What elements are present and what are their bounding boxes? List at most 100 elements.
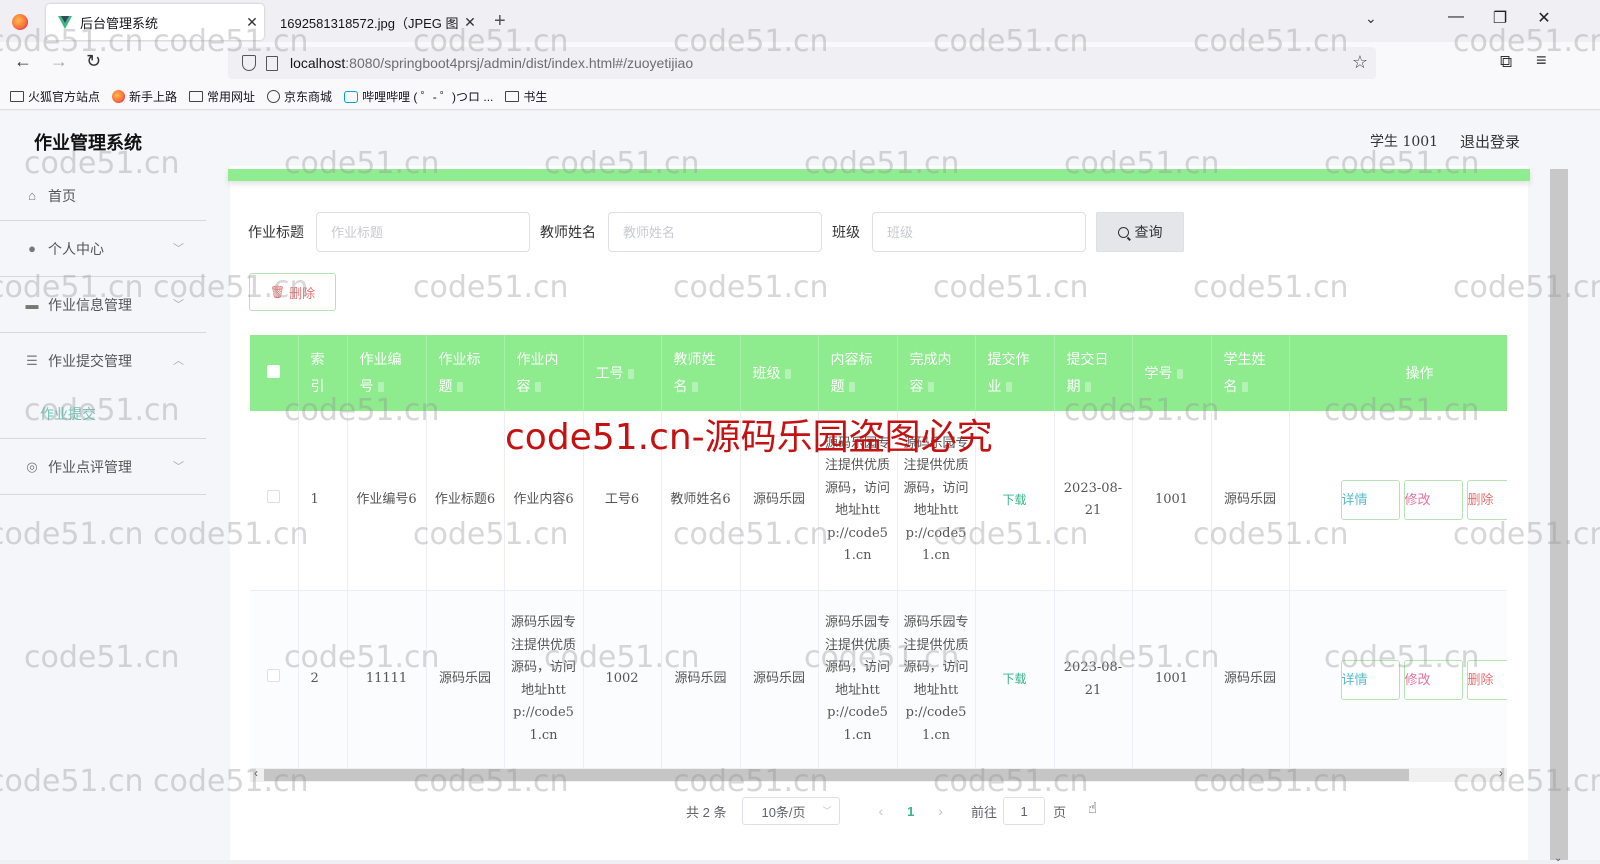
sidebar-subitem-homework-submit[interactable]: 作业提交 <box>0 389 206 439</box>
detail-button[interactable]: 详情 <box>1340 659 1400 700</box>
back-arrow-icon[interactable]: ← <box>14 51 32 72</box>
col-header[interactable]: 作业内容 <box>504 335 584 411</box>
batch-delete-button[interactable]: 🗑 删除 <box>249 273 336 311</box>
goto-page-input[interactable] <box>1003 797 1046 825</box>
trash-icon: 🗑 <box>269 285 286 299</box>
bookmark-star-icon[interactable]: ☆ <box>1352 52 1368 73</box>
scroll-right-arrow-icon[interactable]: › <box>1499 766 1503 780</box>
sidebar-item-profile[interactable]: ● 个人中心 ﹀ <box>0 221 206 277</box>
bookmark-item[interactable]: 新手上路 <box>112 88 177 105</box>
select-all-checkbox[interactable] <box>267 364 281 378</box>
page-icon <box>266 55 278 71</box>
sort-icon[interactable] <box>784 368 791 379</box>
bookmark-item[interactable]: 火狐官方站点 <box>10 88 100 105</box>
sort-icon[interactable] <box>691 382 698 393</box>
bookmark-item[interactable]: 京东商城 <box>267 88 332 105</box>
sidebar-item-label: 作业提交管理 <box>48 353 132 369</box>
col-header[interactable]: 完成内容 <box>897 335 976 411</box>
cell-hw-content: 源码乐园专注提供优质源码，访问地址http://code51.cn <box>504 590 584 768</box>
detail-button[interactable]: 详情 <box>1340 480 1400 521</box>
minimize-button[interactable]: — <box>1436 8 1476 26</box>
sort-icon[interactable] <box>456 382 463 393</box>
sort-icon[interactable] <box>534 382 541 393</box>
sort-icon[interactable] <box>848 382 855 393</box>
cell-teacher-no: 1002 <box>583 590 662 768</box>
bookmark-item[interactable]: 常用网址 <box>189 88 255 105</box>
scrollbar-thumb[interactable] <box>264 769 1409 781</box>
cell-submit-file: 下载 <box>975 411 1055 591</box>
sort-icon[interactable] <box>1084 382 1091 393</box>
edit-button[interactable]: 修改 <box>1403 480 1463 521</box>
next-page-button[interactable]: › <box>938 803 943 819</box>
col-header[interactable]: 学号 <box>1132 335 1212 411</box>
homework-title-input[interactable] <box>316 212 530 252</box>
sort-icon[interactable] <box>927 382 934 393</box>
close-window-button[interactable]: ✕ <box>1524 8 1564 28</box>
sort-icon[interactable] <box>1005 382 1012 393</box>
col-header[interactable]: 班级 <box>740 335 819 411</box>
col-header[interactable]: 教师姓名 <box>661 335 741 411</box>
sort-icon[interactable] <box>1176 368 1183 379</box>
sort-icon[interactable] <box>1241 382 1248 393</box>
col-header: 索引 <box>298 335 348 411</box>
browser-tab-active[interactable]: 后台管理系统 ✕ <box>46 4 264 40</box>
download-link[interactable]: 下载 <box>1002 493 1026 507</box>
col-header[interactable]: 工号 <box>583 335 662 411</box>
col-header[interactable]: 提交作业 <box>975 335 1055 411</box>
scroll-down-arrow-icon[interactable]: ⌄ <box>1554 853 1562 864</box>
bookmark-item[interactable]: 哔哩哔哩 ( ゜- ゜)つロ ... <box>344 88 493 105</box>
delete-row-button[interactable]: 删除 <box>1466 659 1507 700</box>
row-checkbox[interactable] <box>267 669 281 683</box>
prev-page-button[interactable]: ‹ <box>878 803 883 819</box>
sort-icon[interactable] <box>627 368 634 379</box>
row-select-cell[interactable] <box>250 590 299 768</box>
bookmark-item[interactable]: 书生 <box>505 88 547 105</box>
cell-student-name: 源码乐园 <box>1211 411 1290 591</box>
url-bar[interactable]: localhost:8080/springboot4prsj/admin/dis… <box>228 47 1376 79</box>
cell-teacher-name: 源码乐园 <box>661 590 741 768</box>
col-header[interactable]: 作业标题 <box>426 335 505 411</box>
search-button[interactable]: 查询 <box>1096 212 1184 252</box>
sidebar: 作业管理系统 ⌂ 首页 ● 个人中心 ﹀ ▬ 作业信息管理 ﹀ ☰ 作业提交管理… <box>0 111 210 860</box>
logout-link[interactable]: 退出登录 <box>1460 131 1520 152</box>
delete-row-button[interactable]: 删除 <box>1466 480 1507 521</box>
col-header[interactable]: 作业编号 <box>347 335 427 411</box>
download-link[interactable]: 下载 <box>1002 672 1026 686</box>
new-tab-button[interactable]: + <box>494 10 506 33</box>
class-input[interactable] <box>872 212 1086 252</box>
col-header[interactable]: 提交日期 <box>1054 335 1133 411</box>
close-tab-icon[interactable]: ✕ <box>458 14 482 31</box>
extensions-puzzle-icon[interactable]: ⧉ <box>1500 52 1512 72</box>
sidebar-item-homework-review[interactable]: ◎ 作业点评管理 ﹀ <box>0 439 206 495</box>
sort-icon[interactable] <box>377 382 384 393</box>
table-horizontal-scrollbar[interactable]: ‹ › <box>250 766 1507 782</box>
shield-icon[interactable] <box>242 55 256 71</box>
col-header[interactable]: 学生姓名 <box>1211 335 1290 411</box>
edit-button[interactable]: 修改 <box>1403 659 1463 700</box>
table-row: 2 11111 源码乐园 源码乐园专注提供优质源码，访问地址http://cod… <box>250 590 1507 768</box>
sidebar-item-home[interactable]: ⌂ 首页 <box>0 171 206 221</box>
hamburger-menu-icon[interactable]: ≡ <box>1536 50 1547 71</box>
restore-button[interactable]: ❐ <box>1480 8 1520 28</box>
sidebar-item-homework-submit[interactable]: ☰ 作业提交管理 ︿ <box>0 333 206 389</box>
select-all-cell[interactable] <box>250 335 299 411</box>
scroll-left-arrow-icon[interactable]: ‹ <box>254 766 258 780</box>
teacher-name-input[interactable] <box>608 212 822 252</box>
browser-tab-image[interactable]: 1692581318572.jpg（JPEG 图像 ✕ <box>272 4 482 40</box>
row-checkbox[interactable] <box>267 490 281 503</box>
reload-icon[interactable]: ↻ <box>86 51 101 72</box>
page-vertical-scrollbar[interactable]: ⌄ <box>1550 169 1568 864</box>
sidebar-item-homework-info[interactable]: ▬ 作业信息管理 ﹀ <box>0 277 206 333</box>
forward-arrow-icon[interactable]: → <box>50 51 68 72</box>
search-form: 作业标题 教师姓名 班级 查询 <box>248 212 1184 252</box>
close-tab-icon[interactable]: ✕ <box>240 14 264 31</box>
search-label-class: 班级 <box>832 224 860 240</box>
col-header[interactable]: 内容标题 <box>818 335 898 411</box>
page-size-select[interactable]: 10条/页 ﹀ <box>742 797 841 825</box>
page-number-current[interactable]: 1 <box>907 804 914 819</box>
search-label-teacher: 教师姓名 <box>540 224 596 240</box>
tab-list-chevron-icon[interactable]: ⌄ <box>1365 10 1377 27</box>
row-select-cell[interactable] <box>250 411 299 591</box>
header-accent-bar <box>228 169 1530 181</box>
bookmark-label: 常用网址 <box>207 90 256 104</box>
